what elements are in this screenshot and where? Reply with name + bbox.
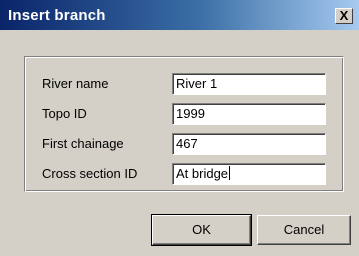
cross-section-id-input[interactable]: At bridge xyxy=(172,163,326,185)
topo-id-input[interactable]: 1999 xyxy=(172,103,326,125)
ok-button[interactable]: OK xyxy=(151,214,252,246)
first-chainage-label: First chainage xyxy=(42,136,124,151)
cross-section-id-label: Cross section ID xyxy=(42,166,138,181)
topo-id-label: Topo ID xyxy=(42,106,87,121)
cancel-button[interactable]: Cancel xyxy=(257,215,351,245)
river-name-label: River name xyxy=(42,76,109,91)
dialog-title: Insert branch xyxy=(8,7,106,24)
cross-section-id-value: At bridge xyxy=(176,166,229,181)
text-caret xyxy=(229,166,231,180)
insert-branch-dialog: Insert branch X River name River 1 Topo … xyxy=(0,0,359,256)
topo-id-value: 1999 xyxy=(176,106,205,121)
close-button[interactable]: X xyxy=(335,8,353,24)
title-bar[interactable]: Insert branch X xyxy=(0,0,359,30)
first-chainage-value: 467 xyxy=(176,136,198,151)
close-icon: X xyxy=(339,8,349,23)
first-chainage-input[interactable]: 467 xyxy=(172,133,326,155)
river-name-value: River 1 xyxy=(176,76,218,91)
river-name-input[interactable]: River 1 xyxy=(172,73,326,95)
